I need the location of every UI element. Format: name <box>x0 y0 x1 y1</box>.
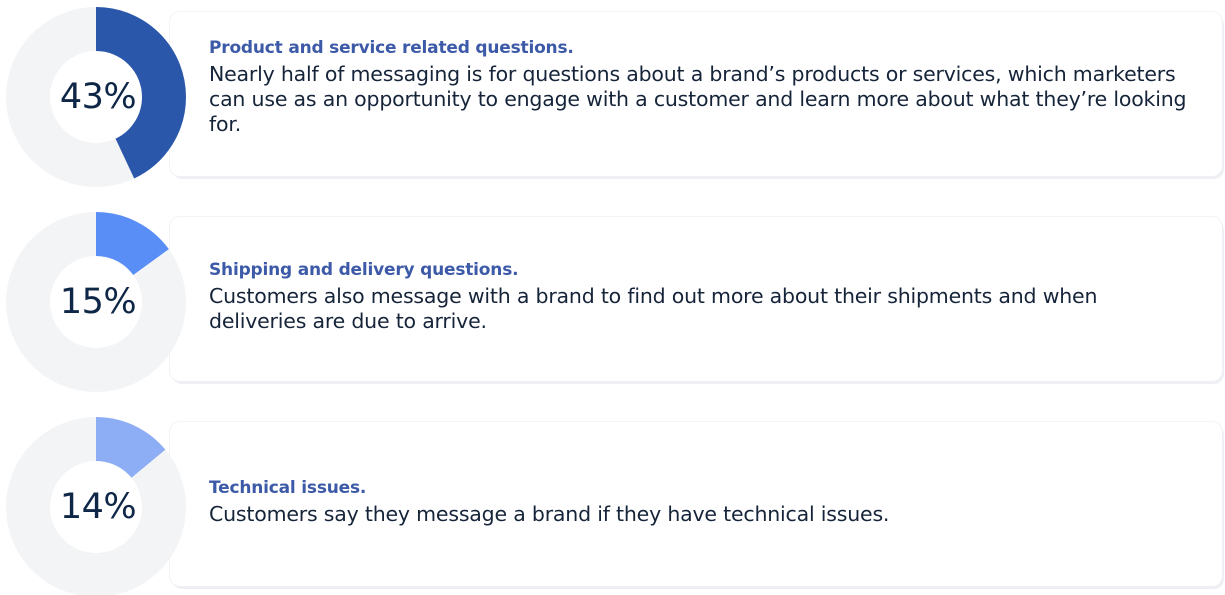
stats-infographic: { "chart_data": { "type": "pie", "track_… <box>0 0 1225 595</box>
stat-description: Customers also message with a brand to f… <box>209 284 1098 333</box>
percent-label: 15% <box>59 282 137 322</box>
stat-row-technical-issues: 14% Technical issues. Customers say they… <box>0 410 1225 595</box>
stat-row-product-questions: 43% Product and service related question… <box>0 0 1225 190</box>
stat-heading: Shipping and delivery questions. <box>209 260 519 280</box>
stat-row-shipping-questions: 15% Shipping and delivery questions. Cus… <box>0 205 1225 395</box>
stat-text: Shipping and delivery questions. Custome… <box>209 260 1199 334</box>
stat-description: Customers say they message a brand if th… <box>209 502 890 526</box>
stat-text: Product and service related questions. N… <box>209 38 1199 137</box>
percent-label: 43% <box>59 77 137 117</box>
stat-description: Nearly half of messaging is for question… <box>209 62 1187 136</box>
stat-heading: Technical issues. <box>209 478 367 498</box>
stat-heading: Product and service related questions. <box>209 38 574 58</box>
stat-text: Technical issues. Customers say they mes… <box>209 478 1199 527</box>
percent-label: 14% <box>59 487 137 527</box>
